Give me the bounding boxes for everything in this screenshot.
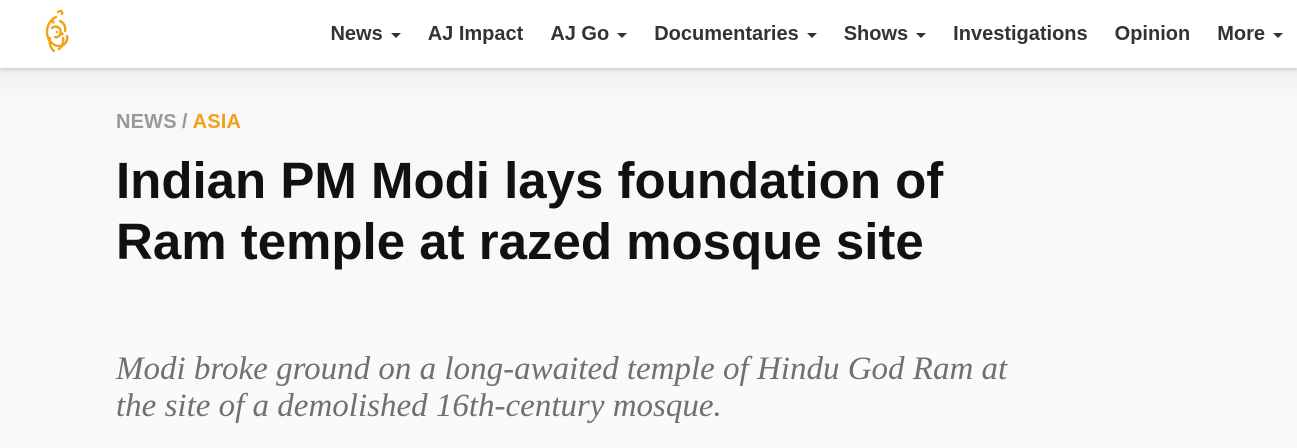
site-header: News AJ Impact AJ Go Documentaries Shows… [0,0,1297,68]
nav-aj-impact-label: AJ Impact [427,22,524,45]
chevron-down-icon [1273,32,1283,38]
nav-news[interactable]: News [330,22,401,46]
article-subheadline: Modi broke ground on a long-awaited temp… [116,351,1008,424]
nav-opinion[interactable]: Opinion [1115,23,1191,46]
al-jazeera-logo-icon[interactable] [38,8,74,54]
nav-shows[interactable]: Shows [843,22,927,46]
nav-investigations[interactable]: Investigations [953,23,1087,46]
nav-aj-impact[interactable]: AJ Impact [428,23,524,46]
nav-shows-label: Shows [843,22,909,45]
nav-opinion-label: Opinion [1114,22,1191,45]
main-nav: News AJ Impact AJ Go Documentaries Shows… [330,0,1283,68]
breadcrumb-separator: / [181,111,188,133]
chevron-down-icon [617,32,628,38]
breadcrumb-asia-link[interactable]: ASIA [193,111,242,133]
nav-documentaries-label: Documentaries [654,22,799,45]
breadcrumb: NEWS / ASIA [116,111,241,134]
chevron-down-icon [390,32,401,38]
nav-documentaries[interactable]: Documentaries [654,23,817,46]
breadcrumb-news-link[interactable]: NEWS [116,111,177,133]
nav-more[interactable]: More [1217,23,1283,46]
chevron-down-icon [916,32,927,38]
chevron-down-icon [806,32,817,38]
nav-investigations-label: Investigations [953,22,1088,45]
nav-more-label: More [1217,22,1265,45]
nav-news-label: News [330,22,383,45]
nav-aj-go-label: AJ Go [550,22,610,45]
nav-aj-go[interactable]: AJ Go [550,22,628,46]
article-headline: Indian PM Modi lays foundation of Ram te… [116,152,944,270]
